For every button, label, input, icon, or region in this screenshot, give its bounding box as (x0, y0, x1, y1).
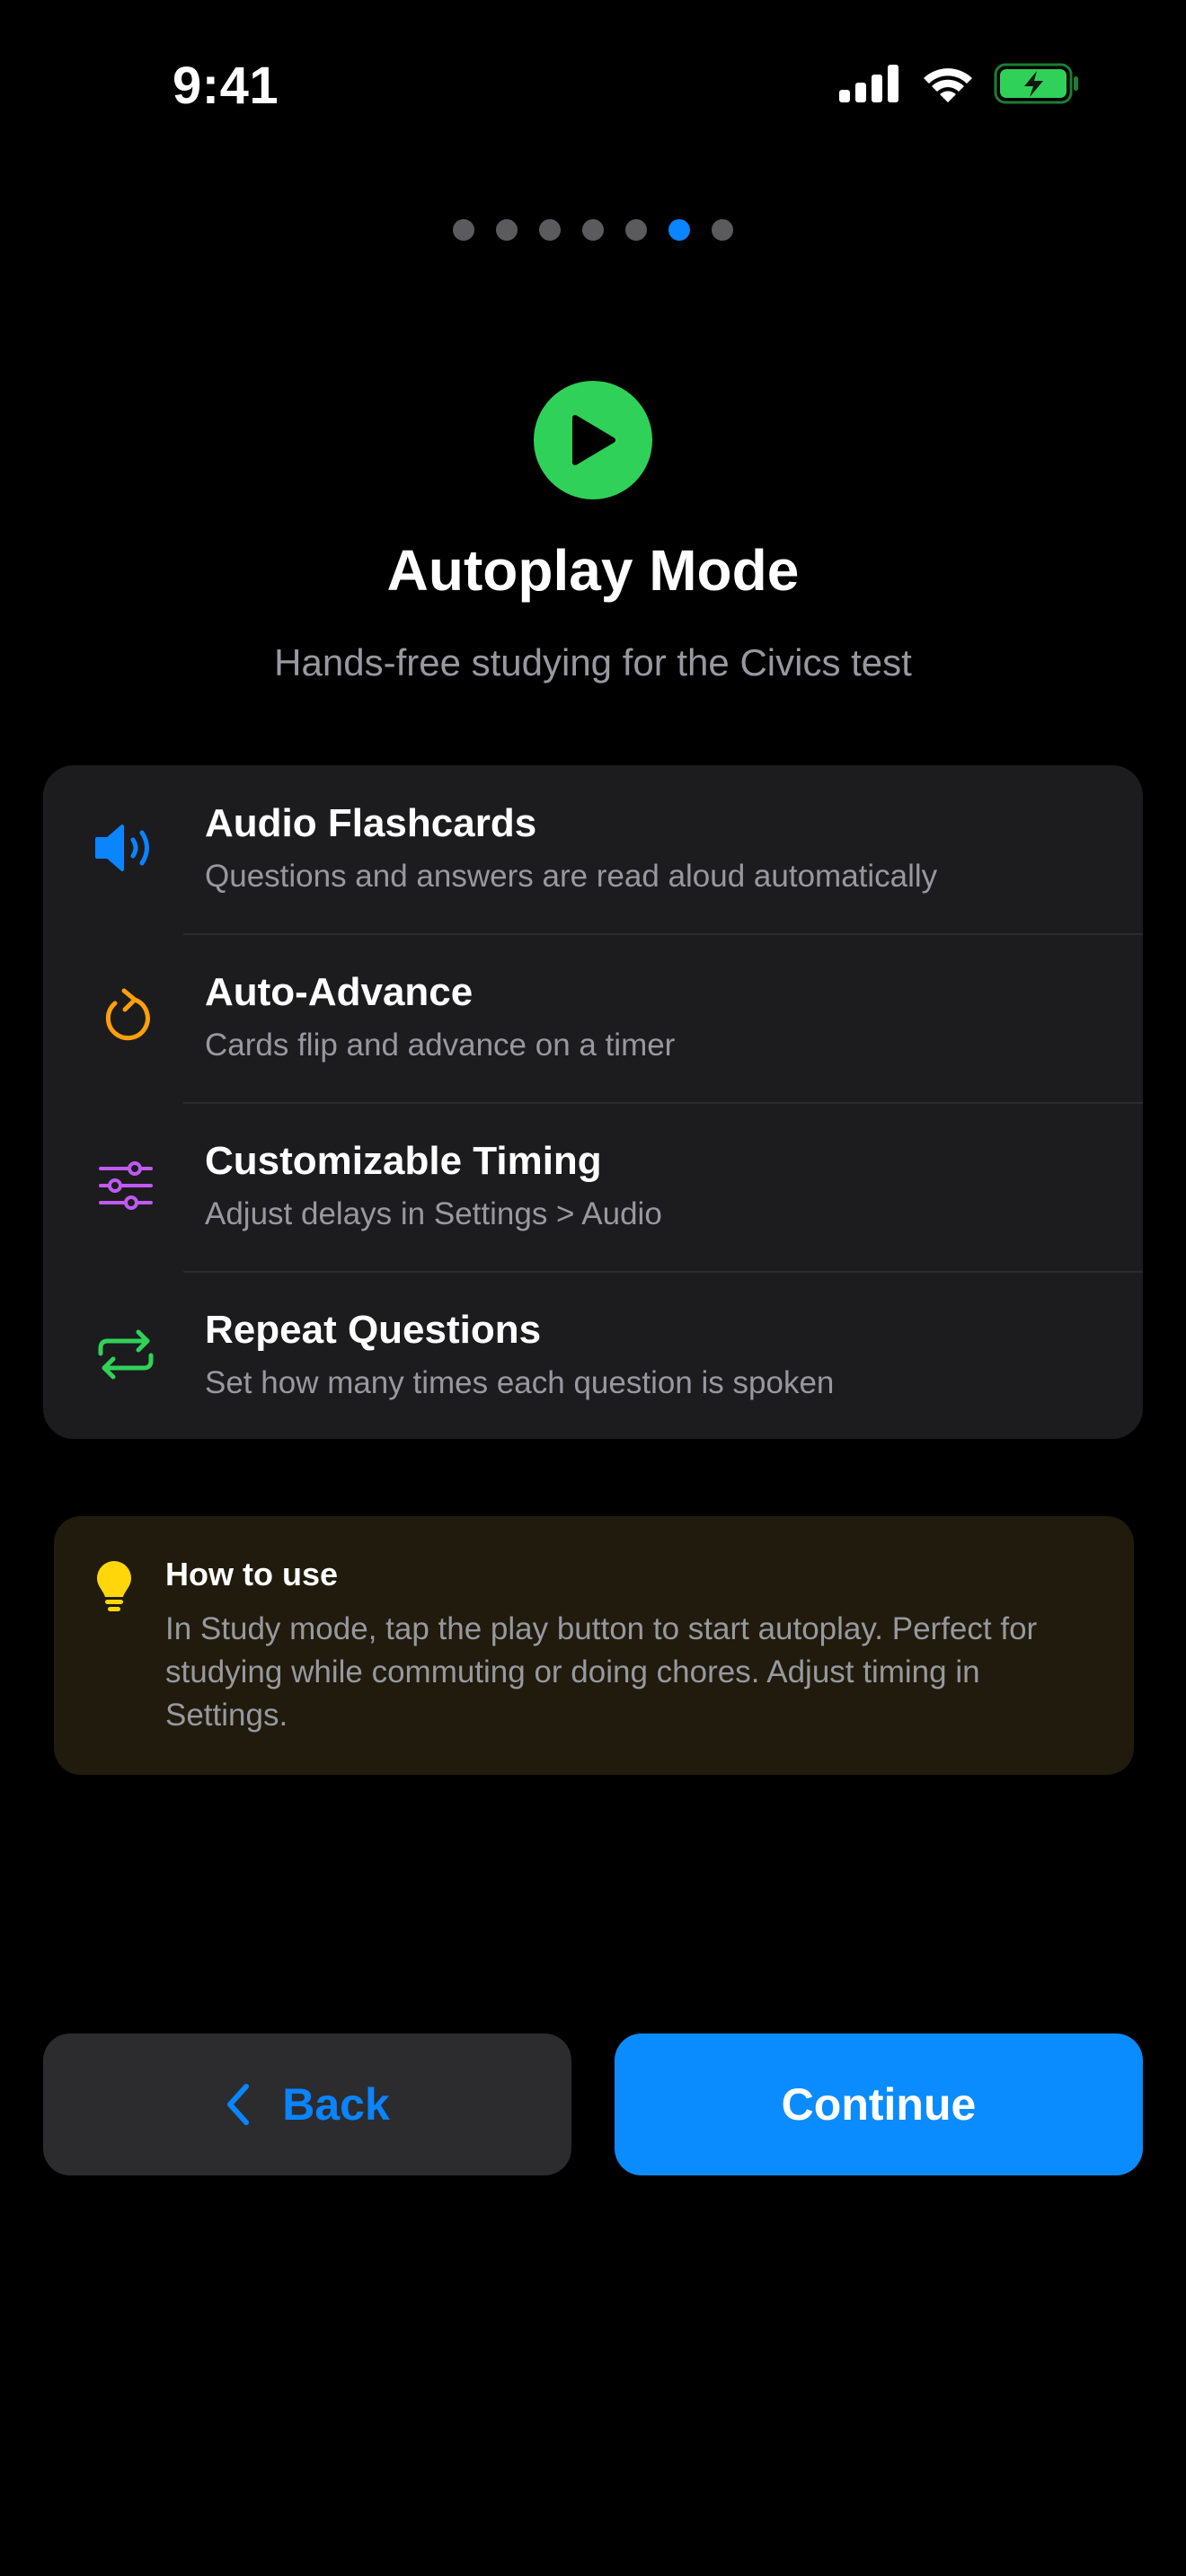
tip-body: In Study mode, tap the play button to st… (165, 1611, 1038, 1733)
page-dot-active (668, 219, 690, 241)
chevron-left-icon (225, 2083, 252, 2126)
refresh-arrow-icon (90, 981, 162, 1053)
repeat-icon (90, 1319, 162, 1390)
feature-description: Adjust delays in Settings > Audio (205, 1196, 662, 1231)
speaker-wave-icon (90, 812, 162, 884)
page-dot (582, 219, 604, 241)
cellular-signal-icon (839, 65, 900, 102)
page-dot (539, 219, 561, 241)
page-dot (453, 219, 474, 241)
feature-title: Auto-Advance (205, 970, 474, 1014)
feature-description: Questions and answers are read aloud aut… (205, 859, 938, 894)
status-time: 9:41 (173, 57, 279, 115)
back-button-label: Back (282, 2079, 390, 2130)
battery-charging-icon (994, 63, 1080, 104)
feature-description: Cards flip and advance on a timer (205, 1028, 676, 1063)
lightbulb-icon (95, 1559, 133, 1618)
page-subtitle: Hands-free studying for the Civics test (274, 641, 912, 684)
feature-description: Set how many times each question is spok… (205, 1365, 835, 1400)
play-circle-icon (534, 381, 652, 499)
continue-button-label: Continue (781, 2079, 977, 2130)
feature-list: Audio Flashcards Questions and answers a… (43, 765, 1143, 1439)
how-to-use-tip: How to use In Study mode, tap the play b… (54, 1516, 1134, 1775)
feature-title: Audio Flashcards (205, 801, 537, 845)
feature-row: Audio Flashcards Questions and answers a… (43, 765, 1143, 934)
page-dot (496, 219, 518, 241)
feature-row: Customizable Timing Adjust delays in Set… (43, 1103, 1143, 1272)
page-dot (712, 219, 733, 241)
back-button[interactable]: Back (43, 2033, 571, 2175)
page-title: Autoplay Mode (386, 538, 800, 603)
feature-row: Auto-Advance Cards flip and advance on a… (43, 934, 1143, 1103)
status-icons (839, 63, 1080, 104)
page-dot (625, 219, 647, 241)
continue-button[interactable]: Continue (615, 2033, 1143, 2175)
wifi-icon (922, 65, 974, 102)
tip-title: How to use (165, 1556, 339, 1592)
page-indicator (0, 219, 1186, 241)
feature-title: Customizable Timing (205, 1139, 602, 1183)
feature-title: Repeat Questions (205, 1308, 542, 1352)
sliders-icon (90, 1150, 162, 1222)
feature-row: Repeat Questions Set how many times each… (43, 1272, 1143, 1439)
